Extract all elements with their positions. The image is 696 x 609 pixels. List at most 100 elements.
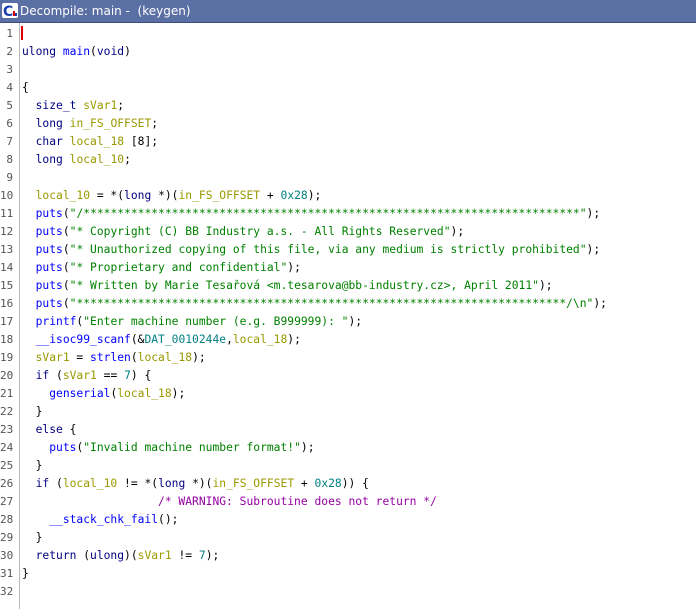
code-text[interactable]: puts("* Written by Marie Tesařová <m.tes…: [22, 277, 553, 295]
type-token[interactable]: ulong: [22, 45, 56, 58]
code-line[interactable]: 7 char local_18 [8];: [0, 133, 696, 151]
number-token[interactable]: 0x28: [315, 477, 342, 490]
number-token[interactable]: 0x28: [281, 189, 308, 202]
global-token[interactable]: DAT_0010244e: [144, 333, 226, 346]
function-token[interactable]: puts: [36, 243, 63, 256]
function-token[interactable]: strlen: [90, 351, 131, 364]
code-line[interactable]: 19 sVar1 = strlen(local_18);: [0, 349, 696, 367]
code-line[interactable]: 21 genserial(local_18);: [0, 385, 696, 403]
keyword-token[interactable]: if: [36, 477, 50, 490]
code-line[interactable]: 17 printf("Enter machine number (e.g. B9…: [0, 313, 696, 331]
type-token[interactable]: long: [158, 477, 185, 490]
variable-token[interactable]: in_FS_OFFSET: [178, 189, 260, 202]
type-token[interactable]: long: [36, 153, 63, 166]
code-line[interactable]: 11 puts("/******************************…: [0, 205, 696, 223]
code-line[interactable]: 26 if (local_10 != *(long *)(in_FS_OFFSE…: [0, 475, 696, 493]
variable-token[interactable]: sVar1: [36, 351, 70, 364]
code-line[interactable]: 32: [0, 583, 696, 601]
variable-token[interactable]: sVar1: [63, 369, 97, 382]
code-line[interactable]: 16 puts("*******************************…: [0, 295, 696, 313]
variable-token[interactable]: local_10: [63, 477, 117, 490]
code-text[interactable]: puts("/*********************************…: [22, 205, 601, 223]
code-line[interactable]: 5 size_t sVar1;: [0, 97, 696, 115]
type-token[interactable]: size_t: [36, 99, 77, 112]
function-token[interactable]: __stack_chk_fail: [49, 513, 158, 526]
code-text[interactable]: return (ulong)(sVar1 != 7);: [22, 547, 220, 565]
code-text[interactable]: if (local_10 != *(long *)(in_FS_OFFSET +…: [22, 475, 369, 493]
code-line[interactable]: 25 }: [0, 457, 696, 475]
variable-token[interactable]: in_FS_OFFSET: [70, 117, 152, 130]
code-text[interactable]: size_t sVar1;: [22, 97, 124, 115]
code-text[interactable]: ulong main(void): [22, 43, 131, 61]
string-token[interactable]: "/**************************************…: [70, 207, 587, 220]
variable-token[interactable]: local_18: [117, 387, 171, 400]
function-token[interactable]: puts: [36, 279, 63, 292]
code-line[interactable]: 12 puts("* Copyright (C) BB Industry a.s…: [0, 223, 696, 241]
type-token[interactable]: char: [36, 135, 63, 148]
keyword-token[interactable]: return: [36, 549, 77, 562]
code-line[interactable]: 30 return (ulong)(sVar1 != 7);: [0, 547, 696, 565]
type-token[interactable]: long: [124, 189, 151, 202]
code-line[interactable]: 29 }: [0, 529, 696, 547]
function-token[interactable]: puts: [36, 297, 63, 310]
string-token[interactable]: "Enter machine number (e.g. B999999): ": [83, 315, 348, 328]
keyword-token[interactable]: if: [36, 369, 50, 382]
string-token[interactable]: "* Proprietary and confidential": [70, 261, 288, 274]
window-titlebar[interactable]: C Decompile: main - (keygen): [0, 0, 696, 23]
code-line[interactable]: 10 local_10 = *(long *)(in_FS_OFFSET + 0…: [0, 187, 696, 205]
code-text[interactable]: local_10 = *(long *)(in_FS_OFFSET + 0x28…: [22, 187, 322, 205]
variable-token[interactable]: sVar1: [83, 99, 117, 112]
function-token[interactable]: printf: [36, 315, 77, 328]
string-token[interactable]: "***************************************…: [70, 297, 594, 310]
code-text[interactable]: /* WARNING: Subroutine does not return *…: [22, 493, 437, 511]
code-text[interactable]: genserial(local_18);: [22, 385, 185, 403]
function-token[interactable]: __isoc99_scanf: [36, 333, 131, 346]
code-text[interactable]: sVar1 = strlen(local_18);: [22, 349, 206, 367]
code-text[interactable]: __isoc99_scanf(&DAT_0010244e,local_18);: [22, 331, 301, 349]
code-line[interactable]: 31}: [0, 565, 696, 583]
code-text[interactable]: }: [22, 457, 43, 475]
code-line[interactable]: 6 long in_FS_OFFSET;: [0, 115, 696, 133]
keyword-token[interactable]: else: [36, 423, 63, 436]
type-token[interactable]: void: [97, 45, 124, 58]
code-line[interactable]: 1: [0, 25, 696, 43]
code-text[interactable]: puts("* Unauthorized copying of this fil…: [22, 241, 601, 259]
function-token[interactable]: puts: [36, 207, 63, 220]
code-text[interactable]: {: [22, 79, 29, 97]
code-text[interactable]: puts("* Proprietary and confidential");: [22, 259, 301, 277]
code-text[interactable]: else {: [22, 421, 77, 439]
string-token[interactable]: "* Unauthorized copying of this file, vi…: [70, 243, 587, 256]
code-text[interactable]: long in_FS_OFFSET;: [22, 115, 158, 133]
code-line[interactable]: 15 puts("* Written by Marie Tesařová <m.…: [0, 277, 696, 295]
variable-token[interactable]: local_10: [70, 153, 124, 166]
variable-token[interactable]: local_18: [138, 351, 192, 364]
code-text[interactable]: char local_18 [8];: [22, 133, 158, 151]
function-token[interactable]: puts: [49, 441, 76, 454]
code-line[interactable]: 28 __stack_chk_fail();: [0, 511, 696, 529]
type-token[interactable]: long: [36, 117, 63, 130]
string-token[interactable]: "Invalid machine number format!": [83, 441, 301, 454]
code-line[interactable]: 20 if (sVar1 == 7) {: [0, 367, 696, 385]
string-token[interactable]: "* Copyright (C) BB Industry a.s. - All …: [70, 225, 451, 238]
code-text[interactable]: __stack_chk_fail();: [22, 511, 178, 529]
function-token[interactable]: puts: [36, 261, 63, 274]
comment-token[interactable]: /* WARNING: Subroutine does not return *…: [158, 495, 437, 508]
code-line[interactable]: 23 else {: [0, 421, 696, 439]
code-line[interactable]: 2 ulong main(void): [0, 43, 696, 61]
code-line[interactable]: 8 long local_10;: [0, 151, 696, 169]
code-line[interactable]: 22 }: [0, 403, 696, 421]
type-token[interactable]: ulong: [90, 549, 124, 562]
code-text[interactable]: long local_10;: [22, 151, 131, 169]
variable-token[interactable]: sVar1: [138, 549, 172, 562]
code-text[interactable]: }: [22, 403, 43, 421]
string-token[interactable]: "* Written by Marie Tesařová <m.tesarova…: [70, 279, 539, 292]
code-text[interactable]: puts("**********************************…: [22, 295, 607, 313]
function-token[interactable]: puts: [36, 225, 63, 238]
code-text[interactable]: if (sVar1 == 7) {: [22, 367, 152, 385]
number-token[interactable]: 7: [124, 369, 131, 382]
number-token[interactable]: 7: [199, 549, 206, 562]
code-line[interactable]: 18 __isoc99_scanf(&DAT_0010244e,local_18…: [0, 331, 696, 349]
variable-token[interactable]: local_18: [70, 135, 124, 148]
variable-token[interactable]: in_FS_OFFSET: [213, 477, 295, 490]
code-line[interactable]: 24 puts("Invalid machine number format!"…: [0, 439, 696, 457]
